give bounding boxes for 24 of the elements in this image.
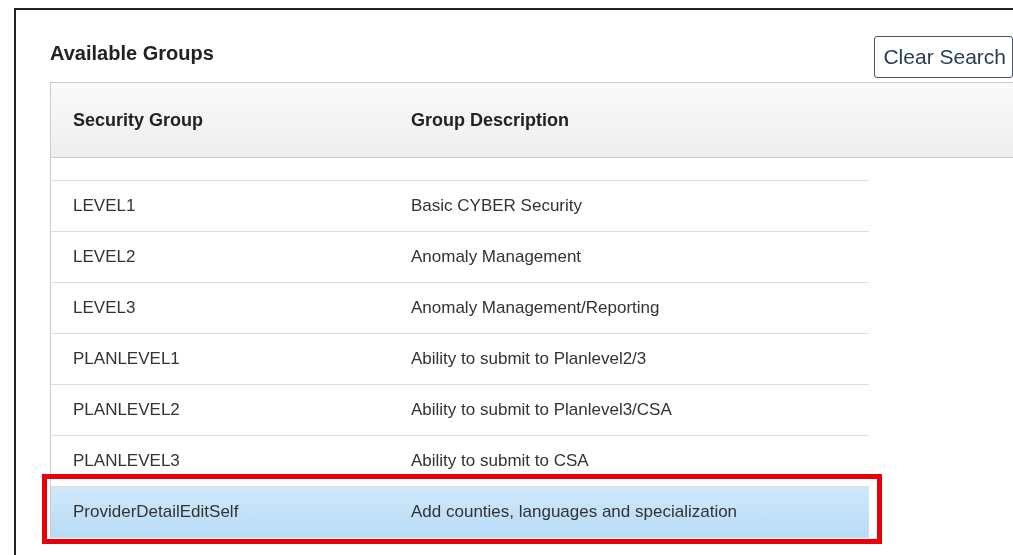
table-cell-text: PLANLEVEL1 [72,349,181,369]
table-cell-text: ProviderDetailEditSelf [72,502,240,522]
table-cell: Ability to submit to Planlevel2/3 [411,349,647,369]
table-row[interactable]: LEVEL2 Anomaly Management [51,232,869,283]
table-row[interactable]: ProviderDetailEditSelf Add counties, languages and specialization [51,487,869,538]
table-row[interactable]: LEVEL3 Anomaly Management/Reporting [51,283,869,334]
table-cell: Ability to submit to CSA [411,451,589,471]
table-cell: Add counties, languages and specialization [411,502,738,522]
table-row[interactable]: LEVEL1 Basic CYBER Security [51,181,869,232]
column-header[interactable]: Security Group [51,109,411,131]
table-cell: Ability to submit to Planlevel3/CSA [411,400,672,420]
table-cell-text: LEVEL3 [72,298,137,318]
table-cell-text: LEVEL2 [72,247,137,267]
table-cell-text: LEVEL1 [72,196,137,216]
column-header[interactable]: Group Description [411,109,569,131]
section-title: Available Groups [50,42,214,65]
table-row[interactable]: PLANLEVEL1 Ability to submit to Planlevel2/3 [51,334,869,385]
table-cell: Anomaly Management [411,247,582,267]
table-row[interactable]: PLANLEVEL2 Ability to submit to Planlevel3/CSA [51,385,869,436]
clear-search-button[interactable]: Clear Search [874,36,1013,78]
table-cell-text: PLANLEVEL3 [72,451,181,471]
table-cell: Anomaly Management/Reporting [411,298,660,318]
table-cell: Basic CYBER Security [411,196,582,216]
table-cell-text: PLANLEVEL2 [72,400,181,420]
